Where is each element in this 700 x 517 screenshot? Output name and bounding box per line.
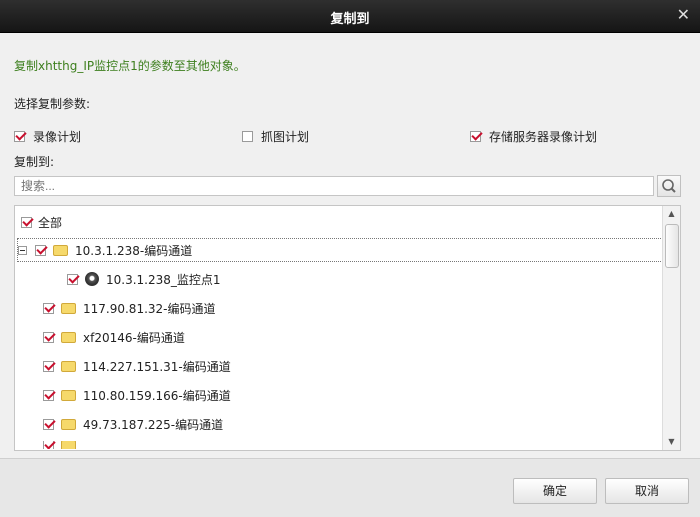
tree-root-checkbox[interactable] — [21, 216, 32, 228]
tree-scrollbar[interactable]: ▲ ▼ — [662, 206, 680, 450]
close-icon[interactable]: ✕ — [677, 5, 690, 24]
node-label: 49.73.187.225-编码通道 — [83, 417, 224, 432]
checkbox-snapshot-plan[interactable] — [242, 131, 253, 142]
tree-node[interactable]: xf20146-编码通道 — [43, 325, 185, 349]
node-checkbox[interactable] — [43, 360, 54, 372]
collapse-toggle-icon[interactable] — [18, 245, 27, 255]
node-checkbox[interactable] — [43, 418, 54, 430]
copy-to-label: 复制到: — [14, 155, 55, 169]
tree-panel: 全部 10.3.1.238-编码通道 10.3.1.238_监控点1 117.9… — [14, 205, 681, 451]
camera-icon — [85, 272, 99, 286]
node-checkbox[interactable] — [43, 389, 54, 401]
node-checkbox[interactable] — [35, 244, 46, 256]
node-label: 10.3.1.238-编码通道 — [75, 243, 193, 258]
tree-node[interactable]: 10.3.1.238-编码通道 — [17, 238, 665, 262]
dialog-title: 复制到 — [330, 12, 370, 27]
folder-icon — [61, 302, 76, 314]
search-input[interactable] — [14, 176, 654, 196]
tree-root-label: 全部 — [38, 215, 63, 230]
ok-button[interactable]: 确定 — [513, 478, 597, 504]
cancel-button[interactable]: 取消 — [605, 478, 689, 504]
option-record-plan-label: 录像计划 — [33, 130, 82, 144]
tree-node[interactable]: 117.90.81.32-编码通道 — [43, 296, 216, 320]
node-label: 117.90.81.32-编码通道 — [83, 301, 216, 316]
option-snapshot-plan-label: 抓图计划 — [261, 130, 310, 144]
tree-child-node[interactable]: 10.3.1.238_监控点1 — [67, 267, 221, 291]
option-record-plan[interactable]: 录像计划 — [14, 128, 81, 145]
node-label: 110.80.159.166-编码通道 — [83, 388, 231, 403]
tree-node[interactable]: 49.73.187.225-编码通道 — [43, 412, 223, 436]
node-label: 114.227.151.31-编码通道 — [83, 359, 231, 374]
node-label: xf20146-编码通道 — [83, 330, 185, 345]
folder-icon — [53, 244, 68, 256]
folder-icon — [61, 331, 76, 343]
option-snapshot-plan[interactable]: 抓图计划 — [242, 128, 309, 145]
node-checkbox[interactable] — [43, 302, 54, 314]
search-icon — [662, 179, 676, 193]
info-text: 复制xhtthg_IP监控点1的参数至其他对象。 — [14, 59, 246, 73]
tree-root[interactable]: 全部 — [21, 210, 62, 234]
checkbox-storage-plan[interactable] — [470, 131, 481, 142]
checkbox-record-plan[interactable] — [14, 131, 25, 142]
tree-node-partial — [43, 441, 83, 449]
node-checkbox — [43, 441, 54, 449]
select-params-label: 选择复制参数: — [14, 97, 91, 111]
title-bar: 复制到 ✕ — [0, 0, 700, 33]
dialog-footer: 确定 取消 — [0, 458, 700, 517]
folder-icon — [61, 360, 76, 372]
node-label: 10.3.1.238_监控点1 — [106, 272, 221, 287]
folder-icon — [61, 418, 76, 430]
tree-node[interactable]: 114.227.151.31-编码通道 — [43, 354, 231, 378]
dialog-body: 复制xhtthg_IP监控点1的参数至其他对象。 选择复制参数: 录像计划 抓图… — [0, 33, 700, 458]
node-checkbox[interactable] — [43, 331, 54, 343]
scroll-thumb[interactable] — [665, 224, 679, 268]
node-checkbox[interactable] — [67, 273, 78, 285]
scroll-up-icon[interactable]: ▲ — [663, 206, 680, 222]
tree-node[interactable]: 110.80.159.166-编码通道 — [43, 383, 231, 407]
scroll-down-icon[interactable]: ▼ — [663, 434, 680, 450]
folder-icon — [61, 389, 76, 401]
folder-icon — [61, 441, 76, 449]
search-button[interactable] — [657, 175, 681, 197]
option-storage-plan-label: 存储服务器录像计划 — [489, 130, 598, 144]
option-storage-plan[interactable]: 存储服务器录像计划 — [470, 128, 597, 145]
